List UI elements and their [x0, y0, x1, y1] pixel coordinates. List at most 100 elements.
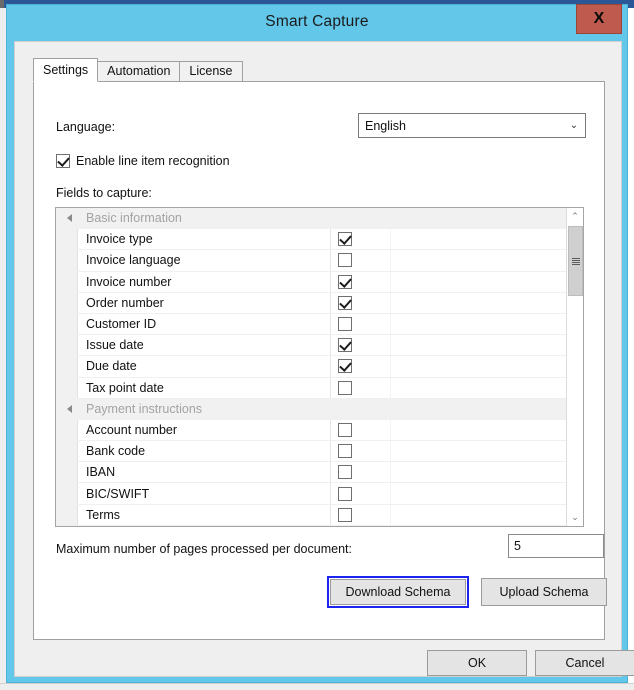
checkbox-icon[interactable] [338, 380, 352, 395]
row-gutter [56, 250, 78, 271]
field-label: Order number [86, 295, 164, 310]
row-filler [390, 483, 567, 504]
row-filler [390, 313, 567, 335]
checkbox-icon[interactable] [338, 486, 352, 501]
checkbox-icon[interactable] [338, 507, 352, 522]
scroll-down-icon[interactable]: ⌄ [567, 509, 583, 526]
field-checkbox-cell[interactable] [330, 419, 390, 441]
dialog-titlebar: Smart Capture X [7, 4, 627, 41]
group-label: Payment instructions [86, 401, 203, 416]
field-checkbox-cell[interactable] [330, 441, 390, 462]
fields-to-capture-label: Fields to capture: [56, 186, 152, 200]
field-checkbox-cell[interactable] [330, 504, 390, 525]
row-filler [390, 208, 567, 228]
field-label: Account number [86, 422, 178, 437]
field-checkbox-cell[interactable] [330, 483, 390, 504]
close-icon[interactable]: X [576, 4, 622, 34]
triangle-collapse-icon [67, 404, 72, 413]
list-item[interactable]: Bank code [56, 441, 567, 463]
row-gutter [56, 229, 78, 250]
list-item[interactable]: BIC/SWIFT [56, 483, 567, 505]
fields-to-capture-list[interactable]: Basic information Invoice type Invoice lan… [55, 207, 584, 527]
list-item[interactable]: IBAN [56, 462, 567, 484]
dialog-title: Smart Capture [265, 13, 369, 30]
upload-schema-button[interactable]: Upload Schema [481, 578, 607, 606]
list-item[interactable]: Customer ID [56, 313, 567, 336]
checkbox-icon[interactable] [338, 465, 352, 480]
checkbox-icon[interactable] [338, 317, 352, 332]
list-item[interactable]: Order number [56, 292, 567, 314]
fieldlist-scrollbar[interactable]: ⌃ ⌄ [566, 208, 583, 526]
row-gutter [56, 335, 78, 356]
language-select[interactable]: English ⌄ [358, 113, 586, 138]
row-gutter [56, 271, 78, 292]
field-checkbox-cell [330, 208, 390, 228]
row-filler [390, 419, 567, 441]
smart-capture-dialog: Smart Capture X Settings Automation Lice… [6, 4, 634, 683]
list-group-header[interactable]: Payment instructions [56, 398, 567, 420]
field-checkbox-cell[interactable] [330, 292, 390, 313]
field-checkbox-cell[interactable] [330, 356, 390, 377]
row-gutter [56, 313, 78, 335]
field-checkbox-cell[interactable] [330, 377, 390, 398]
max-pages-label: Maximum number of pages processed per do… [56, 542, 352, 556]
field-checkbox-cell[interactable] [330, 462, 390, 483]
enable-line-item-recognition-checkbox[interactable]: Enable line item recognition [56, 154, 230, 168]
list-item[interactable]: Issue date [56, 335, 567, 357]
scroll-up-icon[interactable]: ⌃ [567, 208, 583, 225]
download-schema-button[interactable]: Download Schema [330, 579, 466, 605]
list-item[interactable]: Due date [56, 356, 567, 378]
row-filler [390, 250, 567, 271]
row-gutter [56, 356, 78, 377]
row-filler [390, 356, 567, 377]
checkbox-icon[interactable] [338, 359, 352, 374]
max-pages-input[interactable]: 5 [508, 534, 604, 558]
row-gutter [56, 462, 78, 483]
checkbox-icon[interactable] [338, 422, 352, 437]
field-checkbox-cell[interactable] [330, 229, 390, 250]
checkbox-icon[interactable] [338, 444, 352, 459]
field-label: Bank code [86, 444, 146, 459]
tab-automation[interactable]: Automation [97, 61, 181, 82]
row-filler [390, 504, 567, 525]
field-label: Customer ID [86, 317, 157, 332]
checkbox-icon[interactable] [338, 232, 352, 247]
background-window-bottom [0, 683, 634, 690]
tab-license[interactable]: License [179, 61, 243, 82]
list-item[interactable]: Invoice language [56, 250, 567, 272]
list-item[interactable]: Terms [56, 504, 567, 526]
scrollbar-thumb[interactable] [568, 226, 583, 296]
group-collapse-toggle[interactable] [56, 398, 78, 419]
field-checkbox-cell[interactable] [330, 313, 390, 335]
row-gutter [56, 483, 78, 504]
fields-to-capture-rows: Basic information Invoice type Invoice lan… [56, 208, 567, 526]
list-item[interactable]: Invoice type [56, 229, 567, 251]
list-item[interactable]: Tax point date [56, 377, 567, 399]
field-label: Invoice language [86, 253, 181, 268]
tab-page-settings: Language: English ⌄ Enable line item rec… [33, 81, 607, 640]
field-label: BIC/SWIFT [86, 486, 150, 501]
row-gutter [56, 419, 78, 441]
field-label: Issue date [86, 338, 144, 353]
list-item[interactable]: Account number [56, 419, 567, 442]
dialog-body: Settings Automation License Language: En… [14, 41, 634, 677]
tab-settings[interactable]: Settings [33, 58, 99, 82]
checkbox-icon[interactable] [338, 253, 352, 268]
field-checkbox-cell [330, 399, 390, 419]
checkbox-icon [56, 154, 70, 168]
checkbox-icon[interactable] [338, 338, 352, 353]
list-group-header[interactable]: Basic information [56, 208, 567, 230]
field-label: Invoice number [86, 274, 172, 289]
group-collapse-toggle[interactable] [56, 208, 78, 229]
row-filler [390, 292, 567, 313]
checkbox-icon[interactable] [338, 295, 352, 310]
triangle-collapse-icon [67, 214, 72, 223]
cancel-button[interactable]: Cancel [535, 650, 634, 676]
row-filler [390, 399, 567, 419]
list-item[interactable]: Invoice number [56, 271, 567, 293]
field-checkbox-cell[interactable] [330, 271, 390, 292]
ok-button[interactable]: OK [427, 650, 527, 676]
checkbox-icon[interactable] [338, 274, 352, 289]
field-checkbox-cell[interactable] [330, 250, 390, 271]
field-checkbox-cell[interactable] [330, 335, 390, 356]
